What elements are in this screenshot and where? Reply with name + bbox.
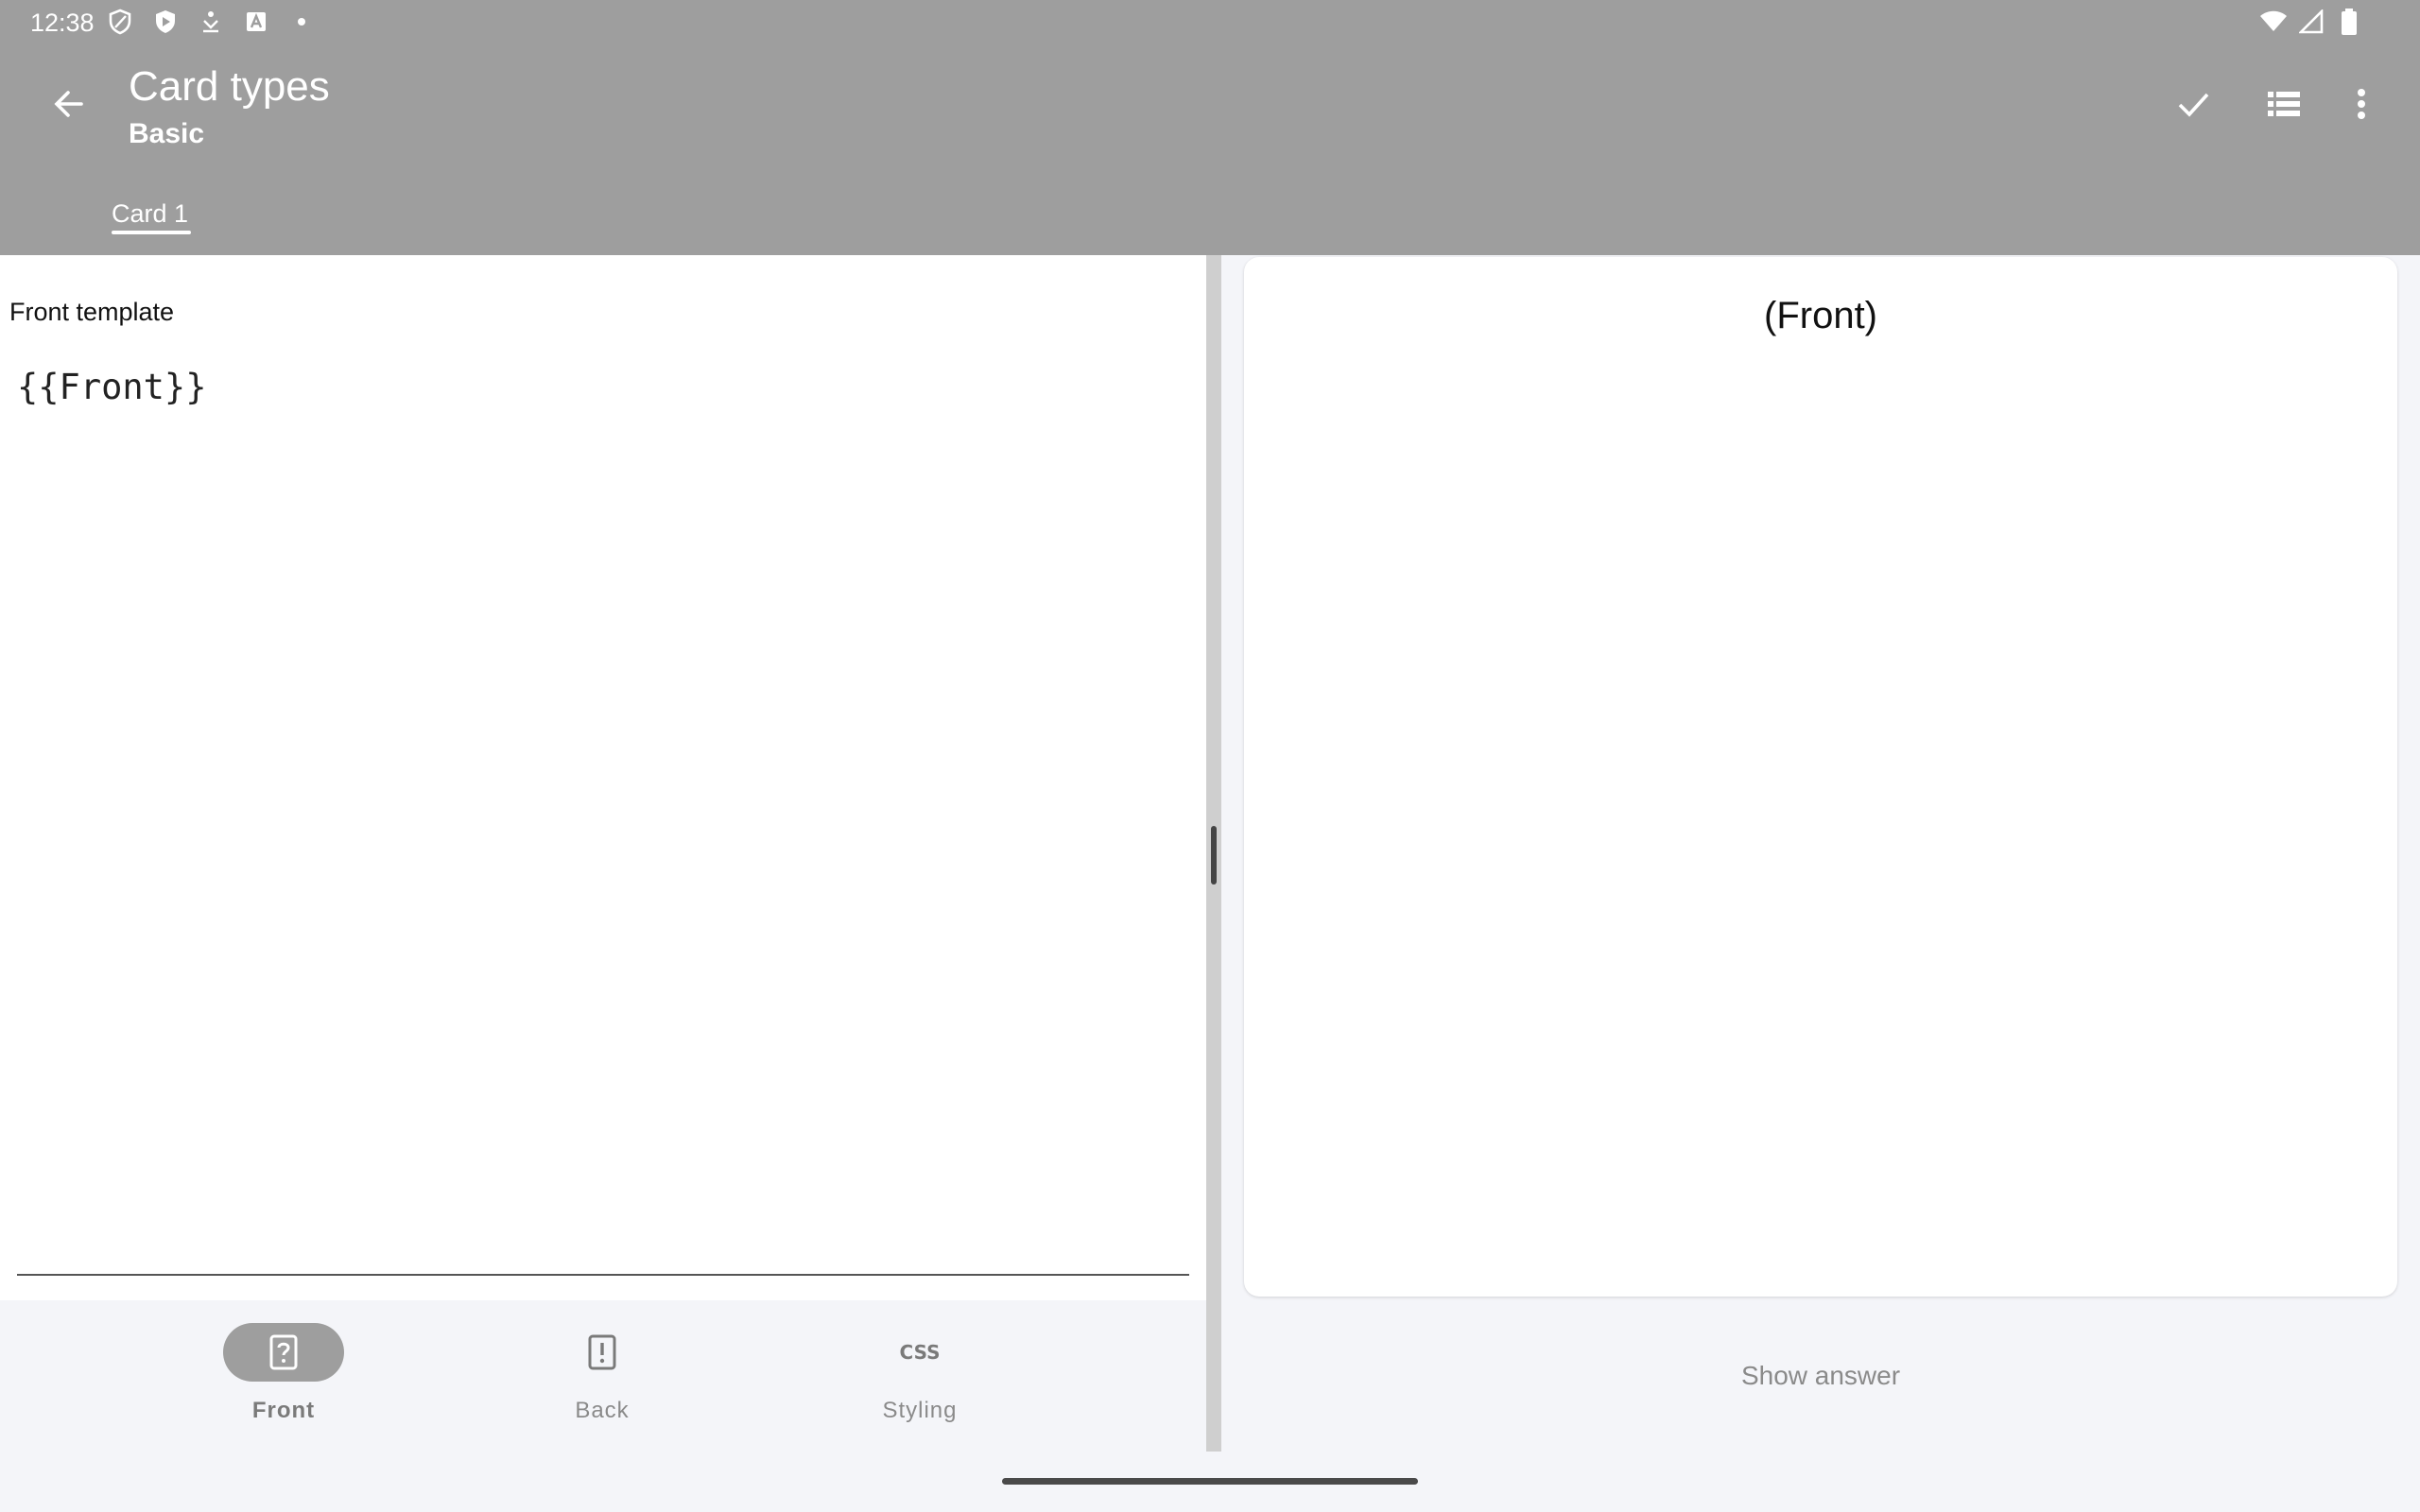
preview-content: (Front) [1764, 295, 1877, 336]
editor-label: Front template [9, 298, 175, 326]
nav-item-front-label: Front [251, 1398, 316, 1423]
shield-play-icon [151, 8, 180, 36]
page-subtitle: Basic [129, 118, 205, 149]
arrow-back-icon [54, 91, 83, 117]
nav-item-styling-pill: CSS [859, 1323, 980, 1382]
gesture-navigation-bar[interactable] [1002, 1478, 1418, 1485]
battery-icon [2335, 8, 2363, 36]
template-editor-pane: Front template {{Front}} [0, 255, 1206, 1300]
nav-item-back[interactable]: Back [508, 1323, 697, 1436]
status-bar: 12:38 [0, 0, 2420, 45]
nav-item-front-pill [223, 1323, 344, 1382]
card-exclamation-icon [588, 1334, 616, 1370]
status-time: 12:38 [30, 9, 95, 37]
wifi-icon [2259, 8, 2288, 36]
back-button[interactable] [38, 74, 98, 134]
tab-indicator [112, 231, 191, 234]
nav-item-back-label: Back [575, 1398, 630, 1423]
nav-item-styling-label: Styling [882, 1398, 958, 1423]
template-bottom-nav: Front Back CSS Styling [0, 1300, 1206, 1452]
editor-underline [17, 1274, 1189, 1276]
css-icon: CSS [899, 1341, 941, 1364]
status-icons-right [2259, 8, 2363, 36]
pane-splitter[interactable] [1206, 255, 1221, 1452]
tab-card-1[interactable]: Card 1 [112, 195, 188, 232]
card-preview: (Front) [1244, 257, 2397, 1297]
a-box-icon [242, 8, 270, 36]
page-title: Card types [129, 63, 330, 110]
confirm-button[interactable] [2165, 76, 2221, 132]
shield-outline-icon [106, 8, 134, 36]
nav-item-front[interactable]: Front [189, 1323, 378, 1436]
status-icons-left [106, 8, 316, 36]
card-question-icon [269, 1334, 298, 1370]
list-icon [2268, 92, 2300, 116]
signal-icon [2297, 8, 2325, 36]
app-bar: 12:38 Card types Basic Card 1 [0, 0, 2420, 255]
splitter-drag-handle[interactable] [1211, 826, 1217, 885]
dot-icon [287, 8, 316, 36]
screen: 12:38 Card types Basic Card 1 Front temp… [0, 0, 2420, 1512]
more-vert-icon [2358, 89, 2365, 119]
check-icon [2178, 93, 2209, 117]
nav-item-styling[interactable]: CSS Styling [825, 1323, 1014, 1436]
browse-list-button[interactable] [2256, 76, 2312, 132]
nav-item-back-pill [542, 1323, 663, 1382]
download-icon [197, 8, 225, 36]
show-answer-button[interactable]: Show answer [1244, 1348, 2397, 1404]
more-options-button[interactable] [2333, 76, 2390, 132]
template-editor-input[interactable]: {{Front}} [17, 365, 206, 410]
